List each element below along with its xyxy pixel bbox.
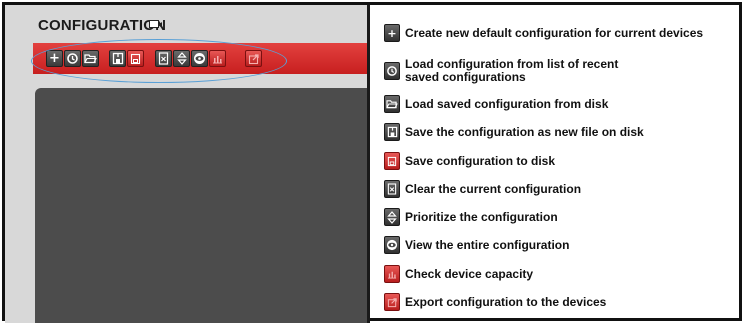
- legend-text: Load saved configuration from disk: [405, 96, 609, 111]
- view-icon: [384, 236, 400, 254]
- camera-icon: [149, 20, 162, 28]
- legend-text: Create new default configuration for cur…: [405, 25, 704, 40]
- legend-item-prioritize: Prioritize the configuration: [384, 207, 558, 227]
- legend-item-load: Load saved configuration from disk: [384, 94, 608, 114]
- save-icon: [384, 152, 400, 170]
- legend-text: View the entire configuration: [405, 237, 570, 252]
- legend-item-save: Save configuration to disk: [384, 151, 555, 171]
- history-icon: [384, 62, 400, 80]
- save-as-icon: [384, 123, 400, 141]
- legend-item-export: Export configuration to the devices: [384, 292, 606, 312]
- legend-text: Clear the current configuration: [405, 181, 582, 196]
- legend-item-recent: Load configuration from list of recent s…: [384, 56, 620, 86]
- configuration-canvas[interactable]: [35, 88, 367, 323]
- legend-text: Export configuration to the devices: [405, 294, 607, 309]
- panel-title: CONFIGURATION: [38, 17, 167, 34]
- folder-open-icon: [384, 95, 400, 113]
- panel-divider: [367, 5, 370, 323]
- legend-text: Save the configuration as new file on di…: [405, 124, 644, 139]
- legend-item-save-as: Save the configuration as new file on di…: [384, 122, 644, 142]
- legend-text: Check device capacity: [405, 266, 534, 281]
- export-icon: [384, 293, 400, 311]
- clear-icon: [384, 180, 400, 198]
- legend-item-view: View the entire configuration: [384, 235, 569, 255]
- toolbar-highlight: [31, 39, 287, 83]
- legend-text: Save configuration to disk: [405, 153, 556, 168]
- legend-item-clear: Clear the current configuration: [384, 179, 581, 199]
- plus-icon: +: [384, 24, 400, 42]
- legend-text: Prioritize the configuration: [405, 209, 558, 224]
- legend-text: Load configuration from list of recent s…: [405, 57, 619, 84]
- legend-item-new: + Create new default configuration for c…: [384, 23, 703, 43]
- legend-item-capacity: Check device capacity: [384, 264, 533, 284]
- capacity-icon: [384, 265, 400, 283]
- prioritize-icon: [384, 208, 400, 226]
